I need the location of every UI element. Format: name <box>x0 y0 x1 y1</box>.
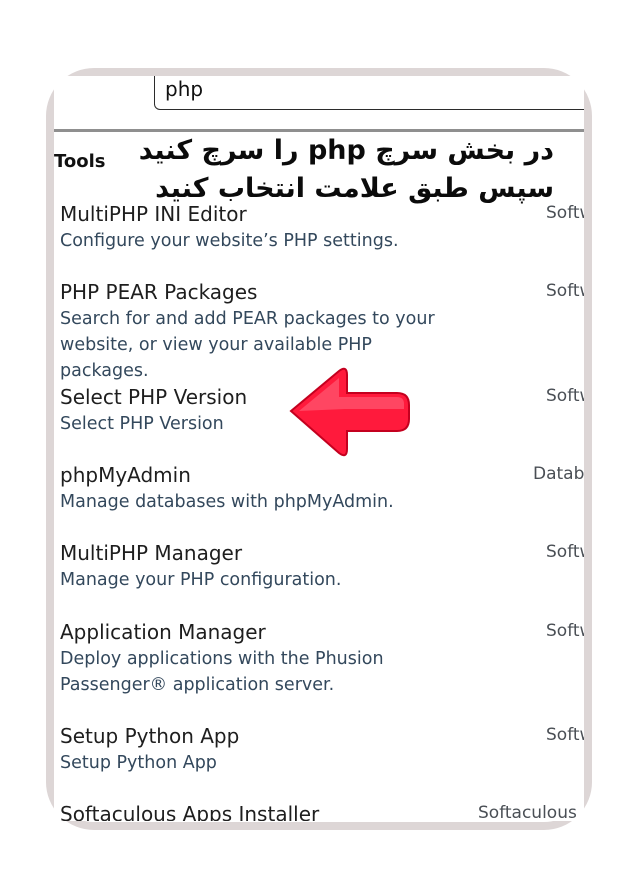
search-input[interactable]: php <box>154 76 584 110</box>
result-category: Datab <box>533 464 584 484</box>
result-application-manager[interactable]: Application Manager Deploy applications … <box>60 618 584 698</box>
instruction-line-1: در بخش سرچ php را سرچ کنید <box>138 135 554 166</box>
result-title[interactable]: Application Manager <box>60 618 580 646</box>
result-title[interactable]: phpMyAdmin <box>60 461 580 489</box>
result-description: Setup Python App <box>60 753 217 773</box>
result-title[interactable]: MultiPHP Manager <box>60 539 580 567</box>
instruction-overlay: در بخش سرچ php را سرچ کنید سپس طبق علامت… <box>114 132 554 208</box>
result-category: Softw <box>546 281 584 301</box>
result-title[interactable]: PHP PEAR Packages <box>60 278 580 306</box>
result-description: Manage databases with phpMyAdmin. <box>60 492 394 512</box>
result-phpmyadmin[interactable]: phpMyAdmin Manage databases with phpMyAd… <box>60 461 584 515</box>
result-category: Softw <box>546 386 584 406</box>
result-multiphp-manager[interactable]: MultiPHP Manager Manage your PHP configu… <box>60 539 584 593</box>
result-category: Softw <box>546 542 584 562</box>
result-title[interactable]: Setup Python App <box>60 722 580 750</box>
result-category: Softw <box>546 725 584 745</box>
section-title-tools: Tools <box>54 151 106 172</box>
result-softaculous-apps-installer[interactable]: Softaculous Apps Installer Softaculous <box>60 800 580 821</box>
result-category: Softw <box>546 621 584 641</box>
search-input-value[interactable]: php <box>165 77 203 101</box>
result-category: Softaculous <box>478 803 577 821</box>
result-description: Deploy applications with the Phusion Pas… <box>60 649 384 695</box>
result-setup-python-app[interactable]: Setup Python App Setup Python App Softw <box>60 722 584 776</box>
result-description: Configure your website’s PHP settings. <box>60 231 399 251</box>
red-arrow-left-icon <box>289 367 410 457</box>
result-description: Manage your PHP configuration. <box>60 570 342 590</box>
result-multiphp-ini-editor[interactable]: MultiPHP INI Editor Configure your websi… <box>60 200 584 254</box>
instruction-line-2: سپس طبق علامت انتخاب کنید <box>155 173 554 204</box>
